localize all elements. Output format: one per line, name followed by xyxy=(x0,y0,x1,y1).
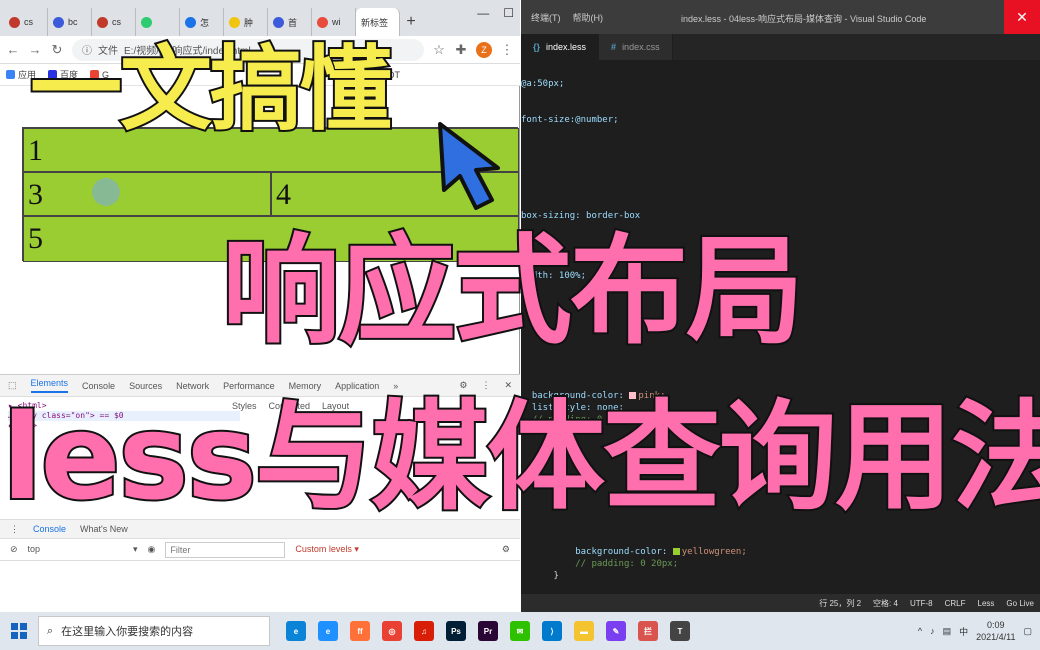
code-line: @a:50px; xyxy=(521,79,565,89)
taskbar-search-input[interactable]: ⌕ 在这里输入你要搜索的内容 xyxy=(38,616,270,646)
status-bar: 行 25，列 2 空格: 4 UTF-8 CRLF Less Go Live xyxy=(521,594,1040,612)
edge-icon[interactable]: e xyxy=(286,621,306,641)
browser-tab[interactable]: cs xyxy=(92,8,136,36)
tab-favicon-icon xyxy=(97,16,108,28)
file-explorer-icon[interactable]: ▬ xyxy=(574,621,594,641)
menu-help[interactable]: 帮助(H) xyxy=(573,11,604,24)
code-line: background-color: xyxy=(575,547,673,557)
menu-terminal[interactable]: 终端(T) xyxy=(531,11,561,24)
log-levels-select[interactable]: Custom levels ▾ xyxy=(295,544,359,555)
premiere-icon[interactable]: Pr xyxy=(478,621,498,641)
netease-music-icon[interactable]: ♫ xyxy=(414,621,434,641)
overlay-title-line3: less与媒体查询用法 xyxy=(0,388,1040,526)
tab-favicon-icon xyxy=(317,16,328,28)
windows-logo-icon xyxy=(11,623,27,639)
system-tray: ^ ♪ ▤ 中 0:09 2021/4/11 ▢ xyxy=(918,612,1032,650)
mouse-cursor-highlight xyxy=(92,178,120,206)
star-icon[interactable]: ☆ xyxy=(432,42,446,58)
overlay-title-line1: 一文搞懂 xyxy=(28,36,394,143)
tab-favicon-icon xyxy=(229,16,240,28)
status-encoding[interactable]: UTF-8 xyxy=(910,599,933,608)
ie-icon[interactable]: e xyxy=(318,621,338,641)
apps-grid-icon xyxy=(6,70,15,79)
clear-console-icon[interactable]: ⊘ xyxy=(10,544,18,555)
console-filter-input[interactable] xyxy=(165,541,286,558)
browser-tab[interactable]: cs xyxy=(4,8,48,36)
list-item: 3 xyxy=(23,172,271,216)
chrome-icon[interactable]: ◎ xyxy=(382,621,402,641)
clock-date: 2021/4/11 xyxy=(976,632,1016,642)
status-indent[interactable]: 空格: 4 xyxy=(873,598,898,609)
close-icon[interactable]: ✕ xyxy=(1004,0,1040,34)
windows-taskbar: ⌕ 在这里输入你要搜索的内容 e e ff ◎ ♫ Ps Pr ✉ ⟩ ▬ ✎ … xyxy=(0,612,1040,650)
status-cursor-position[interactable]: 行 25，列 2 xyxy=(819,598,861,609)
less-file-icon: {} xyxy=(533,42,541,52)
firefox-icon[interactable]: ff xyxy=(350,621,370,641)
status-eol[interactable]: CRLF xyxy=(945,599,966,608)
console-toolbar: ⊘ top▾ ◉ Custom levels ▾ ⚙ xyxy=(0,539,520,561)
eye-icon[interactable]: ◉ xyxy=(148,544,156,555)
tab-favicon-icon xyxy=(185,16,196,28)
tab-index-less[interactable]: {} index.less xyxy=(521,34,600,60)
notification-icon[interactable]: ▢ xyxy=(1023,626,1032,637)
volume-icon[interactable]: ♪ xyxy=(930,626,935,636)
browser-tab[interactable] xyxy=(136,8,180,36)
browser-tab[interactable]: wi xyxy=(312,8,356,36)
back-icon[interactable]: ← xyxy=(6,42,20,57)
context-select[interactable]: top ▾ xyxy=(28,544,138,555)
tab-favicon-icon xyxy=(9,16,20,28)
blocker-icon[interactable]: 拦 xyxy=(638,621,658,641)
browser-tab[interactable]: 怎 xyxy=(180,8,224,36)
profile-avatar[interactable]: Z xyxy=(476,41,492,58)
network-icon[interactable]: ▤ xyxy=(943,626,952,637)
browser-tab-strip: cs bc cs 怎 肿 首 wi 新标签 + — ☐ xyxy=(0,0,520,36)
console-settings-icon[interactable]: ⚙ xyxy=(502,544,510,555)
chevron-down-icon: ▾ xyxy=(133,544,138,554)
browser-tab-active[interactable]: 新标签 xyxy=(356,8,400,36)
vscode-menu: 终端(T) 帮助(H) xyxy=(531,11,603,24)
wechat-icon[interactable]: ✉ xyxy=(510,621,530,641)
capture-icon[interactable]: T xyxy=(670,621,690,641)
clock-time: 0:09 xyxy=(987,620,1005,630)
code-brace: } xyxy=(553,571,559,581)
tab-index-css[interactable]: # index.css xyxy=(599,34,673,60)
status-language[interactable]: Less xyxy=(978,599,995,608)
menu-dots-icon[interactable]: ⋮ xyxy=(500,42,514,58)
code-line: box-sizing: border-box xyxy=(521,211,641,221)
input-method-icon[interactable]: 中 xyxy=(959,625,968,638)
extensions-icon[interactable]: ✚ xyxy=(454,42,468,58)
maximize-icon[interactable]: ☐ xyxy=(503,6,514,20)
browser-tab[interactable]: 首 xyxy=(268,8,312,36)
search-icon: ⌕ xyxy=(47,624,54,637)
window-title: index.less - 04less-响应式布局-媒体查询 - Visual … xyxy=(681,14,927,24)
minimize-icon[interactable]: — xyxy=(477,6,489,20)
status-go-live[interactable]: Go Live xyxy=(1006,599,1034,608)
new-tab-button[interactable]: + xyxy=(400,8,422,36)
browser-tab[interactable]: 肿 xyxy=(224,8,268,36)
tab-favicon-icon xyxy=(53,16,64,28)
tab-favicon-icon xyxy=(273,16,284,28)
notes-icon[interactable]: ✎ xyxy=(606,621,626,641)
editor-tabs: {} index.less # index.css xyxy=(521,34,1040,60)
clock[interactable]: 0:09 2021/4/11 xyxy=(976,619,1015,643)
color-swatch-yellowgreen xyxy=(672,548,680,555)
taskbar-apps: e e ff ◎ ♫ Ps Pr ✉ ⟩ ▬ ✎ 拦 T xyxy=(286,621,690,641)
window-controls: — ☐ xyxy=(477,6,514,20)
code-comment: // padding: 0 20px; xyxy=(575,559,679,569)
tray-chevron-up-icon[interactable]: ^ xyxy=(918,626,922,636)
tab-favicon-icon xyxy=(141,16,152,28)
cursor-arrow-icon xyxy=(438,122,500,210)
overlay-title-line2: 响应式布局 xyxy=(220,222,806,360)
photoshop-icon[interactable]: Ps xyxy=(446,621,466,641)
vscode-title-bar: 终端(T) 帮助(H) index.less - 04less-响应式布局-媒体… xyxy=(521,0,1040,34)
browser-tab[interactable]: bc xyxy=(48,8,92,36)
vscode-icon[interactable]: ⟩ xyxy=(542,621,562,641)
start-button[interactable] xyxy=(0,612,38,650)
css-file-icon: # xyxy=(611,42,617,52)
